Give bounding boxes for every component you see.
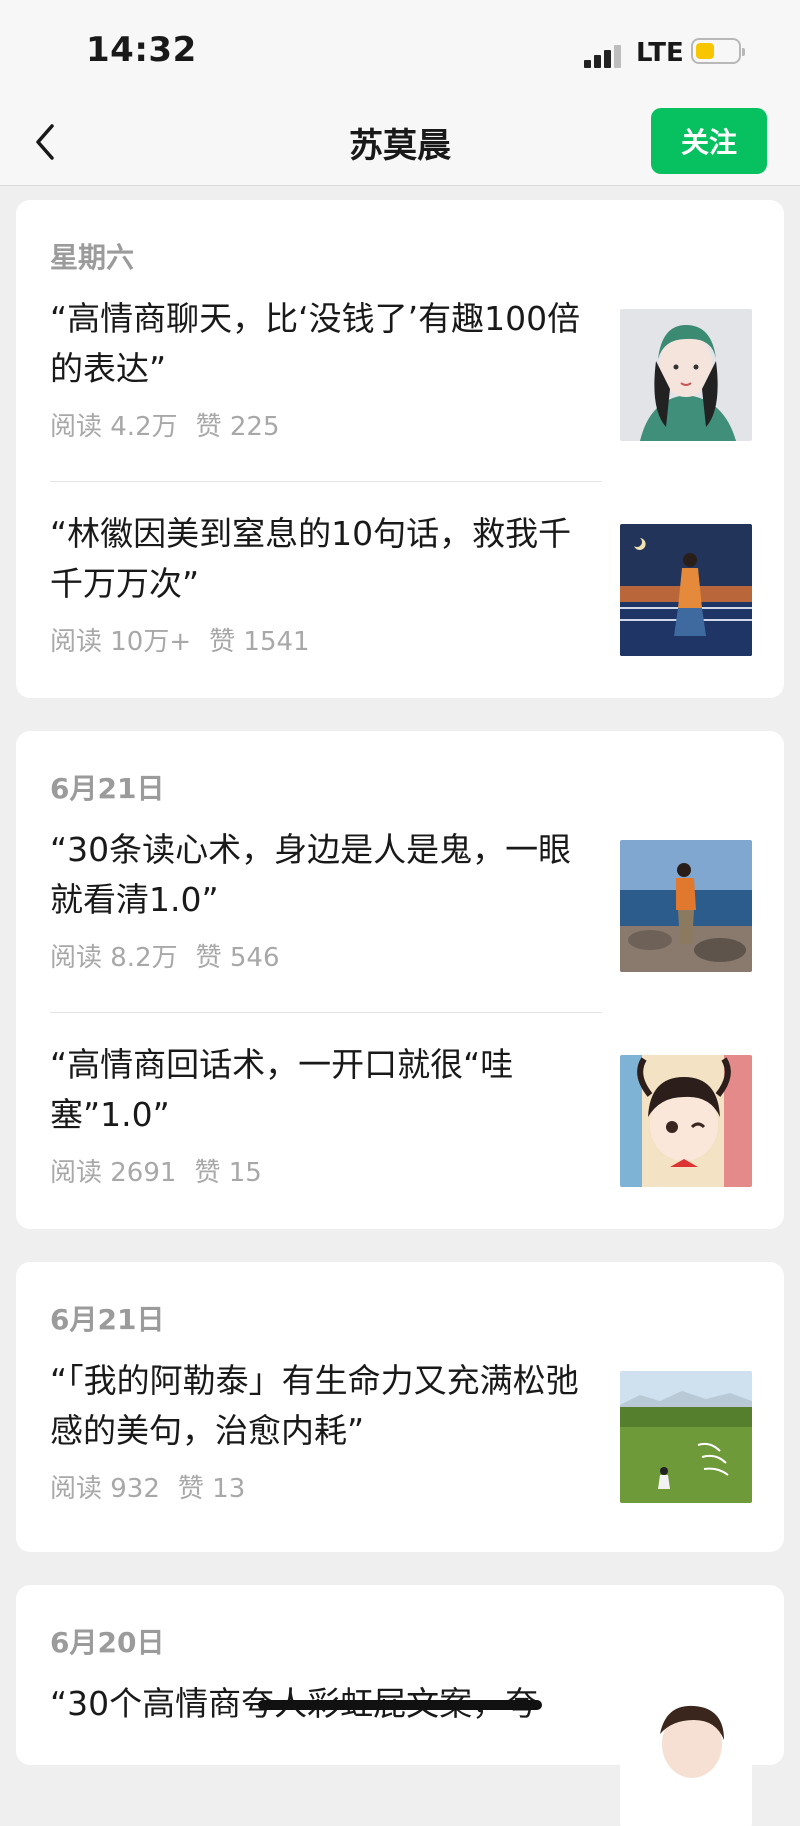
like-count: 赞 13	[177, 1474, 246, 1504]
article-title: “高情商聊天，比‘没钱了’有趣100倍的表达”	[50, 299, 581, 388]
status-bar: 14:32 LTE	[0, 0, 800, 100]
divider	[50, 1012, 602, 1013]
article-title: “高情商回话术，一开口就很“哇塞”1.0”	[50, 1045, 514, 1134]
status-time: 14:32	[86, 30, 197, 70]
read-count: 阅读 8.2万	[50, 943, 178, 973]
article-item[interactable]: “高情商聊天，比‘没钱了’有趣100倍的表达” 阅读 4.2万赞 225	[50, 294, 768, 442]
article-title: “「我的阿勒泰」有生命力又充满松弛感的美句，治愈内耗”	[50, 1361, 579, 1450]
like-count: 赞 225	[195, 412, 280, 442]
article-thumbnail	[620, 1055, 752, 1187]
article-item[interactable]: “「我的阿勒泰」有生命力又充满松弛感的美句，治愈内耗” 阅读 932 赞 13	[50, 1356, 768, 1504]
battery-icon	[691, 38, 745, 64]
follow-button[interactable]: 关注	[651, 108, 767, 174]
article-item[interactable]: “30条读心术，身边是人是鬼，一眼就看清1.0” 阅读 8.2万赞 546	[50, 825, 768, 973]
article-stats: 阅读 932 赞 13	[50, 1468, 263, 1505]
article-group-card: 星期六 “高情商聊天，比‘没钱了’有趣100倍的表达” 阅读 4.2万赞 225…	[16, 200, 784, 698]
article-title: “林徽因美到窒息的10句话，救我千千万万次”	[50, 514, 572, 603]
group-date: 6月20日	[50, 1626, 165, 1659]
article-stats: 阅读 4.2万赞 225	[50, 406, 298, 443]
article-thumbnail	[620, 840, 752, 972]
article-stats: 阅读 10万+ 赞 1541	[50, 621, 328, 658]
article-item[interactable]: “高情商回话术，一开口就很“哇塞”1.0” 阅读 2691 赞 15	[50, 1040, 768, 1188]
divider	[50, 481, 602, 482]
article-thumbnail	[620, 524, 752, 656]
article-title: “30条读心术，身边是人是鬼，一眼就看清1.0”	[50, 830, 572, 919]
like-count: 赞 15	[194, 1158, 262, 1188]
article-group-card: 6月21日 “30条读心术，身边是人是鬼，一眼就看清1.0” 阅读 8.2万赞 …	[16, 731, 784, 1229]
article-thumbnail	[620, 309, 752, 441]
article-group-card: 6月21日 “「我的阿勒泰」有生命力又充满松弛感的美句，治愈内耗” 阅读 932…	[16, 1262, 784, 1552]
group-date: 星期六	[50, 241, 135, 274]
article-item[interactable]: “林徽因美到窒息的10句话，救我千千万万次” 阅读 10万+ 赞 1541	[50, 509, 768, 657]
home-indicator	[258, 1700, 542, 1710]
read-count: 阅读 4.2万	[50, 412, 178, 442]
like-count: 赞 1541	[209, 627, 310, 657]
article-stats: 阅读 8.2万赞 546	[50, 937, 298, 974]
article-thumbnail	[620, 1371, 752, 1503]
network-label: LTE	[636, 38, 684, 68]
read-count: 阅读 2691	[50, 1158, 177, 1188]
group-date: 6月21日	[50, 772, 165, 805]
navigation-bar: 苏莫晨 关注	[0, 100, 800, 186]
read-count: 阅读 10万+	[50, 627, 192, 657]
read-count: 阅读 932	[50, 1474, 160, 1504]
article-thumbnail	[620, 1694, 752, 1826]
signal-icon	[584, 40, 628, 68]
group-date: 6月21日	[50, 1303, 165, 1336]
article-stats: 阅读 2691 赞 15	[50, 1152, 280, 1189]
article-group-card: 6月20日 “30个高情商夸人彩虹屁文案，夸	[16, 1585, 784, 1826]
like-count: 赞 546	[195, 943, 280, 973]
